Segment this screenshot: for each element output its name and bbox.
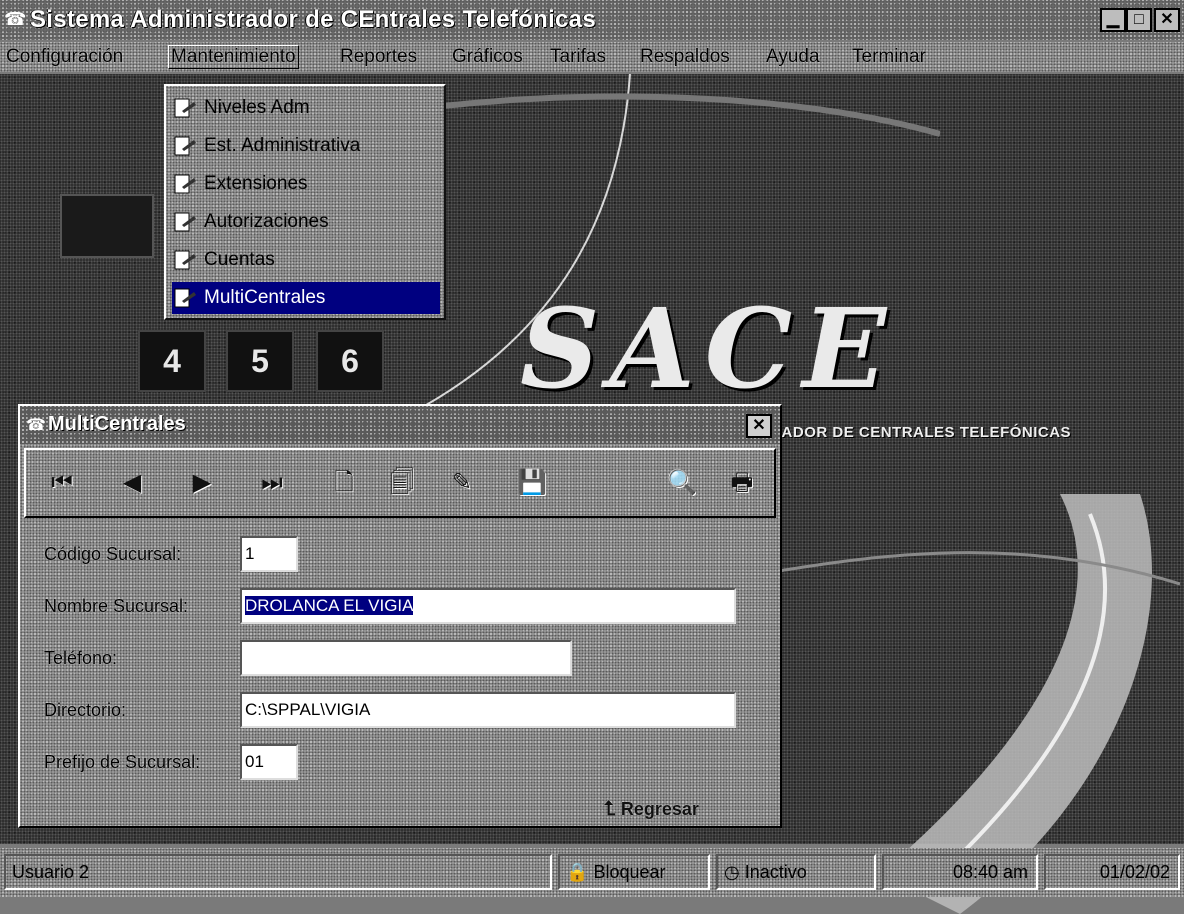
regresar-button[interactable]: ⮤ Regresar xyxy=(604,798,699,821)
keypad-key-6: 6 xyxy=(316,330,384,392)
prefijo-sucursal-field[interactable]: 01 xyxy=(240,744,298,780)
menu-item-extensiones[interactable]: Extensiones xyxy=(172,168,440,200)
codigo-sucursal-field[interactable]: 1 xyxy=(240,536,298,572)
clock-status-icon: ◷ xyxy=(724,862,740,882)
menu-ayuda[interactable]: Ayuda xyxy=(766,46,820,68)
edit-doc-icon xyxy=(174,98,196,118)
phone-app-icon[interactable]: ☎ xyxy=(4,9,26,29)
bloquear-button[interactable]: 🔒 Bloquear xyxy=(558,854,710,890)
menu-terminar[interactable]: Terminar xyxy=(852,46,926,68)
keypad-key-4: 4 xyxy=(138,330,206,392)
edit-doc-icon xyxy=(174,136,196,156)
menu-item-label: Est. Administrativa xyxy=(204,135,361,156)
dialog-title-bar[interactable]: ☎ MultiCentrales ✕ xyxy=(20,406,780,444)
menu-item-cuentas[interactable]: Cuentas xyxy=(172,244,440,276)
menu-reportes[interactable]: Reportes xyxy=(340,46,417,68)
close-button[interactable]: ✕ xyxy=(1154,8,1180,32)
prefijo-sucursal-label: Prefijo de Sucursal: xyxy=(44,752,201,772)
menu-item-label: Extensiones xyxy=(204,173,308,194)
menu-graficos[interactable]: Gráficos xyxy=(452,46,523,68)
last-record-icon[interactable]: ⏭ xyxy=(256,468,288,498)
record-toolbar: ⏮ ◀ ▶ ⏭ 🗋 🗐 ✎ 💾 🔍 🖶 xyxy=(24,448,776,518)
lock-icon: 🔒 xyxy=(566,862,589,882)
multicentrales-dialog: ☎ MultiCentrales ✕ ⏮ ◀ ▶ ⏭ 🗋 🗐 ✎ 💾 🔍 🖶 C… xyxy=(18,404,782,828)
menu-item-autorizaciones[interactable]: Autorizaciones xyxy=(172,206,440,238)
first-record-icon[interactable]: ⏮ xyxy=(46,468,78,498)
next-record-icon[interactable]: ▶ xyxy=(186,468,218,498)
edit-doc-icon xyxy=(174,174,196,194)
menu-tarifas[interactable]: Tarifas xyxy=(550,46,606,68)
nombre-sucursal-field[interactable]: DROLANCA EL VIGIA xyxy=(240,588,736,624)
status-hora: 08:40 am xyxy=(882,854,1038,890)
menu-respaldos[interactable]: Respaldos xyxy=(640,46,730,68)
edit-record-icon[interactable]: ✎ xyxy=(446,468,478,498)
title-bar[interactable]: ☎ Sistema Administrador de CEntrales Tel… xyxy=(0,0,1184,40)
bloquear-label: Bloquear xyxy=(593,862,666,882)
save-record-icon[interactable]: 💾 xyxy=(516,468,548,498)
menu-item-label: Cuentas xyxy=(204,249,275,270)
menu-configuracion[interactable]: Configuración xyxy=(6,46,123,68)
menu-item-label: MultiCentrales xyxy=(204,287,326,308)
sucursal-form: Código Sucursal: 1 Nombre Sucursal: DROL… xyxy=(24,522,776,780)
edit-doc-icon xyxy=(174,288,196,308)
menu-item-multicentrales[interactable]: MultiCentrales xyxy=(172,282,440,314)
telefono-field[interactable] xyxy=(240,640,572,676)
keypad-key-left xyxy=(60,194,154,258)
dialog-close-button[interactable]: ✕ xyxy=(746,414,772,438)
nombre-sucursal-value: DROLANCA EL VIGIA xyxy=(245,596,414,615)
directorio-label: Directorio: xyxy=(44,700,127,720)
keypad-key-5: 5 xyxy=(226,330,294,392)
edit-doc-icon xyxy=(174,212,196,232)
phone-app-icon: ☎ xyxy=(26,417,46,434)
new-record-icon[interactable]: 🗋 xyxy=(328,468,360,498)
menu-bar: Configuración Mantenimiento Reportes Grá… xyxy=(0,42,1184,72)
edit-doc-icon xyxy=(174,250,196,270)
estado-label: Inactivo xyxy=(744,862,807,882)
status-fecha: 01/02/02 xyxy=(1044,854,1180,890)
find-record-icon[interactable]: 🔍 xyxy=(666,468,698,498)
telefono-label: Teléfono: xyxy=(44,648,118,668)
regresar-label: Regresar xyxy=(620,799,699,819)
menu-mantenimiento[interactable]: Mantenimiento xyxy=(168,45,299,69)
status-estado: ◷ Inactivo xyxy=(716,854,876,890)
decorative-curves xyxy=(380,74,940,414)
maximize-button[interactable]: □ xyxy=(1126,8,1152,32)
minimize-button[interactable]: ▁ xyxy=(1100,8,1126,32)
directorio-field[interactable]: C:\SPPAL\VIGIA xyxy=(240,692,736,728)
menu-item-niveles-adm[interactable]: Niveles Adm xyxy=(172,92,440,124)
previous-record-icon[interactable]: ◀ xyxy=(116,468,148,498)
menu-item-label: Autorizaciones xyxy=(204,211,329,232)
menu-item-label: Niveles Adm xyxy=(204,97,310,118)
status-usuario: Usuario 2 xyxy=(4,854,552,890)
dialog-title: MultiCentrales xyxy=(48,413,186,435)
codigo-sucursal-label: Código Sucursal: xyxy=(44,544,182,564)
mantenimiento-dropdown: Niveles Adm Est. Administrativa Extensio… xyxy=(164,84,446,320)
status-bar: Usuario 2 🔒 Bloquear ◷ Inactivo 08:40 am… xyxy=(0,848,1184,897)
app-title: Sistema Administrador de CEntrales Telef… xyxy=(30,6,596,33)
nombre-sucursal-label: Nombre Sucursal: xyxy=(44,596,189,616)
print-record-icon[interactable]: 🖶 xyxy=(726,468,758,498)
copy-record-icon[interactable]: 🗐 xyxy=(386,468,418,498)
return-arrow-icon: ⮤ xyxy=(604,798,616,820)
menu-item-est-administrativa[interactable]: Est. Administrativa xyxy=(172,130,440,162)
